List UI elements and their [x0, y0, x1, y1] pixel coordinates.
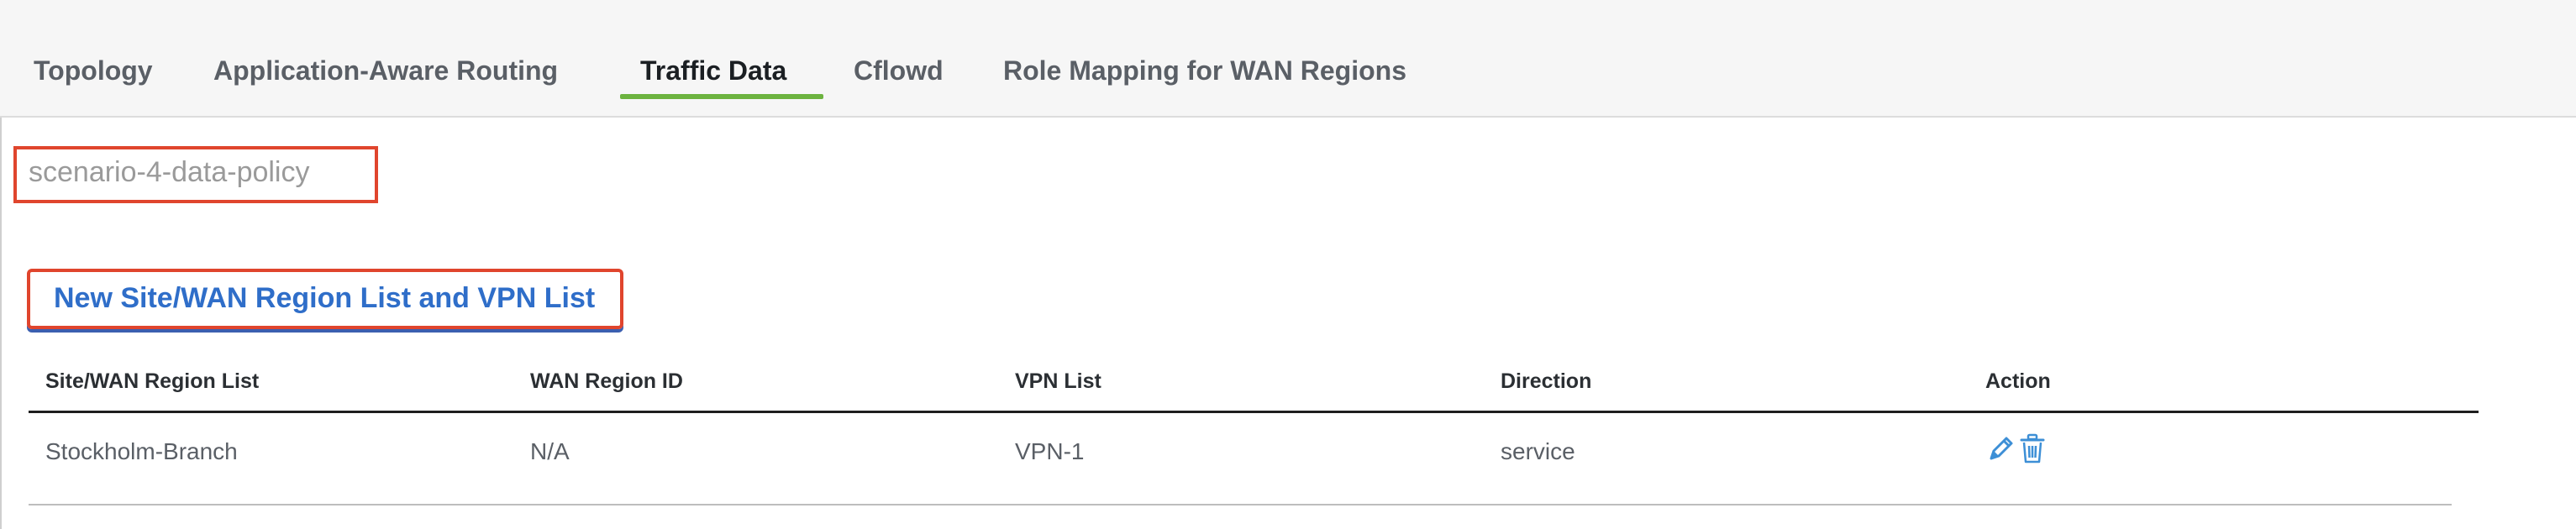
new-list-button-label[interactable]: New Site/WAN Region List and VPN List	[54, 282, 595, 315]
column-header-vpn-list: VPN List	[1015, 369, 1101, 393]
cell-wan-region-id: N/A	[530, 438, 570, 464]
column-header-site-list: Site/WAN Region List	[45, 369, 260, 393]
trash-icon[interactable]	[2018, 433, 2047, 465]
tab-cflowd[interactable]: Cflowd	[854, 55, 944, 99]
tab-topology[interactable]: Topology	[34, 55, 153, 99]
content-border	[0, 118, 2, 529]
column-header-direction: Direction	[1501, 369, 1592, 393]
active-tab-indicator	[620, 94, 823, 99]
cell-site-list: Stockholm-Branch	[45, 438, 238, 464]
column-header-wan-region-id: WAN Region ID	[530, 369, 683, 393]
column-header-action: Action	[1985, 369, 2051, 393]
tab-application-aware-routing[interactable]: Application-Aware Routing	[213, 55, 558, 99]
cell-direction: service	[1501, 438, 1575, 464]
tab-traffic-data[interactable]: Traffic Data	[640, 55, 786, 99]
policy-name: scenario-4-data-policy	[29, 156, 310, 188]
cell-vpn-list: VPN-1	[1015, 438, 1085, 464]
table-header-divider	[29, 411, 2479, 413]
tab-bar: Topology Application-Aware Routing Traff…	[0, 0, 2576, 118]
tab-role-mapping-wan-regions[interactable]: Role Mapping for WAN Regions	[1003, 55, 1406, 99]
table-row-divider	[29, 504, 2452, 505]
pencil-icon[interactable]	[1986, 433, 2015, 465]
